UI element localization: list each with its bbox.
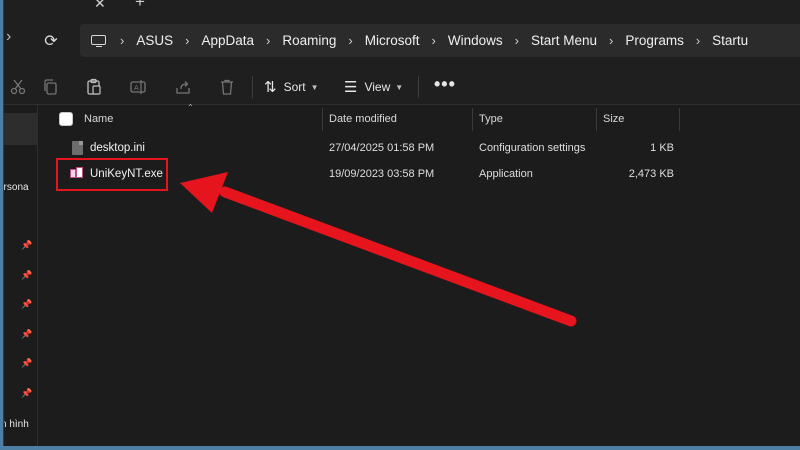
svg-text:A: A bbox=[134, 84, 139, 92]
sort-caret-icon: ⌃ bbox=[187, 103, 194, 112]
chevron-right-icon[interactable]: › bbox=[120, 33, 124, 48]
file-size: 1 KB bbox=[650, 142, 674, 154]
column-divider[interactable] bbox=[679, 108, 680, 131]
column-divider[interactable] bbox=[596, 108, 597, 131]
breadcrumb-programs[interactable]: Programs bbox=[625, 33, 684, 48]
file-date: 19/09/2023 03:58 PM bbox=[329, 168, 435, 180]
delete-icon[interactable] bbox=[218, 78, 236, 96]
sort-icon: ⇅ bbox=[264, 79, 277, 96]
file-type: Configuration settings bbox=[479, 142, 586, 154]
breadcrumb-windows[interactable]: Windows bbox=[448, 33, 503, 48]
breadcrumb-asus[interactable]: ASUS bbox=[136, 33, 173, 48]
file-list: ⌃ Name Date modified Type Size desktop.i… bbox=[38, 103, 800, 446]
cut-icon[interactable] bbox=[9, 78, 27, 96]
file-icon bbox=[72, 141, 83, 155]
pin-icon: 📌 bbox=[21, 358, 33, 368]
chevron-right-icon[interactable]: › bbox=[609, 33, 613, 48]
rename-icon[interactable]: A bbox=[129, 78, 147, 96]
annotation-highlight-box bbox=[56, 158, 168, 191]
chevron-right-icon[interactable]: › bbox=[348, 33, 352, 48]
more-options-button[interactable]: ••• bbox=[434, 74, 456, 95]
address-bar[interactable]: › ASUS › AppData › Roaming › Microsoft ›… bbox=[80, 24, 800, 57]
pin-icon: 📌 bbox=[21, 329, 33, 339]
breadcrumb-roaming[interactable]: Roaming bbox=[282, 33, 336, 48]
pin-icon: 📌 bbox=[21, 388, 33, 398]
file-name[interactable]: desktop.ini bbox=[90, 142, 145, 154]
column-header-name[interactable]: Name bbox=[84, 113, 113, 125]
paste-icon[interactable] bbox=[85, 78, 103, 96]
share-icon[interactable] bbox=[174, 78, 192, 96]
chevron-right-icon[interactable]: › bbox=[431, 33, 435, 48]
column-header-size[interactable]: Size bbox=[603, 113, 624, 125]
view-label: View bbox=[364, 80, 391, 94]
view-icon: ☰ bbox=[344, 79, 358, 96]
chevron-right-icon[interactable]: › bbox=[266, 33, 270, 48]
new-tab-plus-icon[interactable]: + bbox=[135, 0, 145, 12]
file-date: 27/04/2025 01:58 PM bbox=[329, 142, 435, 154]
title-bar: ✕ + bbox=[4, 0, 800, 14]
nav-item-label[interactable]: ersona bbox=[4, 182, 29, 193]
chevron-down-icon: ▼ bbox=[310, 82, 319, 92]
breadcrumb-startup[interactable]: Startu bbox=[712, 33, 748, 48]
sort-button[interactable]: ⇅ Sort ▼ bbox=[264, 78, 319, 96]
chevron-down-icon: ▼ bbox=[395, 82, 404, 92]
close-tab-icon[interactable]: ✕ bbox=[94, 0, 106, 12]
breadcrumb-microsoft[interactable]: Microsoft bbox=[365, 33, 420, 48]
sort-label: Sort bbox=[283, 80, 306, 94]
refresh-icon[interactable]: ⟳ bbox=[41, 31, 61, 51]
column-divider[interactable] bbox=[322, 108, 323, 131]
navigation-pane: ersona 📌 📌 📌 📌 📌 📌 n hình bbox=[4, 105, 38, 446]
pin-icon: 📌 bbox=[21, 270, 33, 280]
chevron-left-icon[interactable]: › bbox=[6, 28, 11, 46]
pin-icon: 📌 bbox=[21, 299, 33, 309]
address-bar-row: › ⟳ › ASUS › AppData › Roaming › Microso… bbox=[4, 14, 800, 69]
column-divider[interactable] bbox=[472, 108, 473, 131]
breadcrumb-start-menu[interactable]: Start Menu bbox=[531, 33, 597, 48]
select-all-checkbox[interactable] bbox=[59, 112, 73, 126]
column-header-type[interactable]: Type bbox=[479, 113, 503, 125]
file-size: 2,473 KB bbox=[628, 168, 674, 180]
chevron-right-icon[interactable]: › bbox=[515, 33, 519, 48]
breadcrumb-appdata[interactable]: AppData bbox=[201, 33, 254, 48]
this-pc-icon[interactable] bbox=[90, 34, 108, 48]
command-bar: A ⇅ Sort ▼ ☰ View ▼ ••• bbox=[4, 69, 800, 105]
column-header-date[interactable]: Date modified bbox=[329, 113, 397, 125]
chevron-right-icon[interactable]: › bbox=[185, 33, 189, 48]
toolbar-divider bbox=[418, 76, 419, 98]
view-button[interactable]: ☰ View ▼ bbox=[344, 78, 403, 96]
file-type: Application bbox=[479, 168, 533, 180]
copy-icon[interactable] bbox=[41, 78, 59, 96]
nav-item-label[interactable]: n hình bbox=[4, 419, 29, 430]
toolbar-divider bbox=[252, 76, 253, 98]
pin-icon: 📌 bbox=[21, 240, 33, 250]
nav-item-selected[interactable] bbox=[4, 113, 37, 145]
column-header-row: ⌃ Name Date modified Type Size bbox=[38, 103, 800, 133]
file-explorer-window: ✕ + › ⟳ › ASUS › AppData › Roaming › Mic… bbox=[3, 0, 800, 446]
chevron-right-icon[interactable]: › bbox=[696, 33, 700, 48]
